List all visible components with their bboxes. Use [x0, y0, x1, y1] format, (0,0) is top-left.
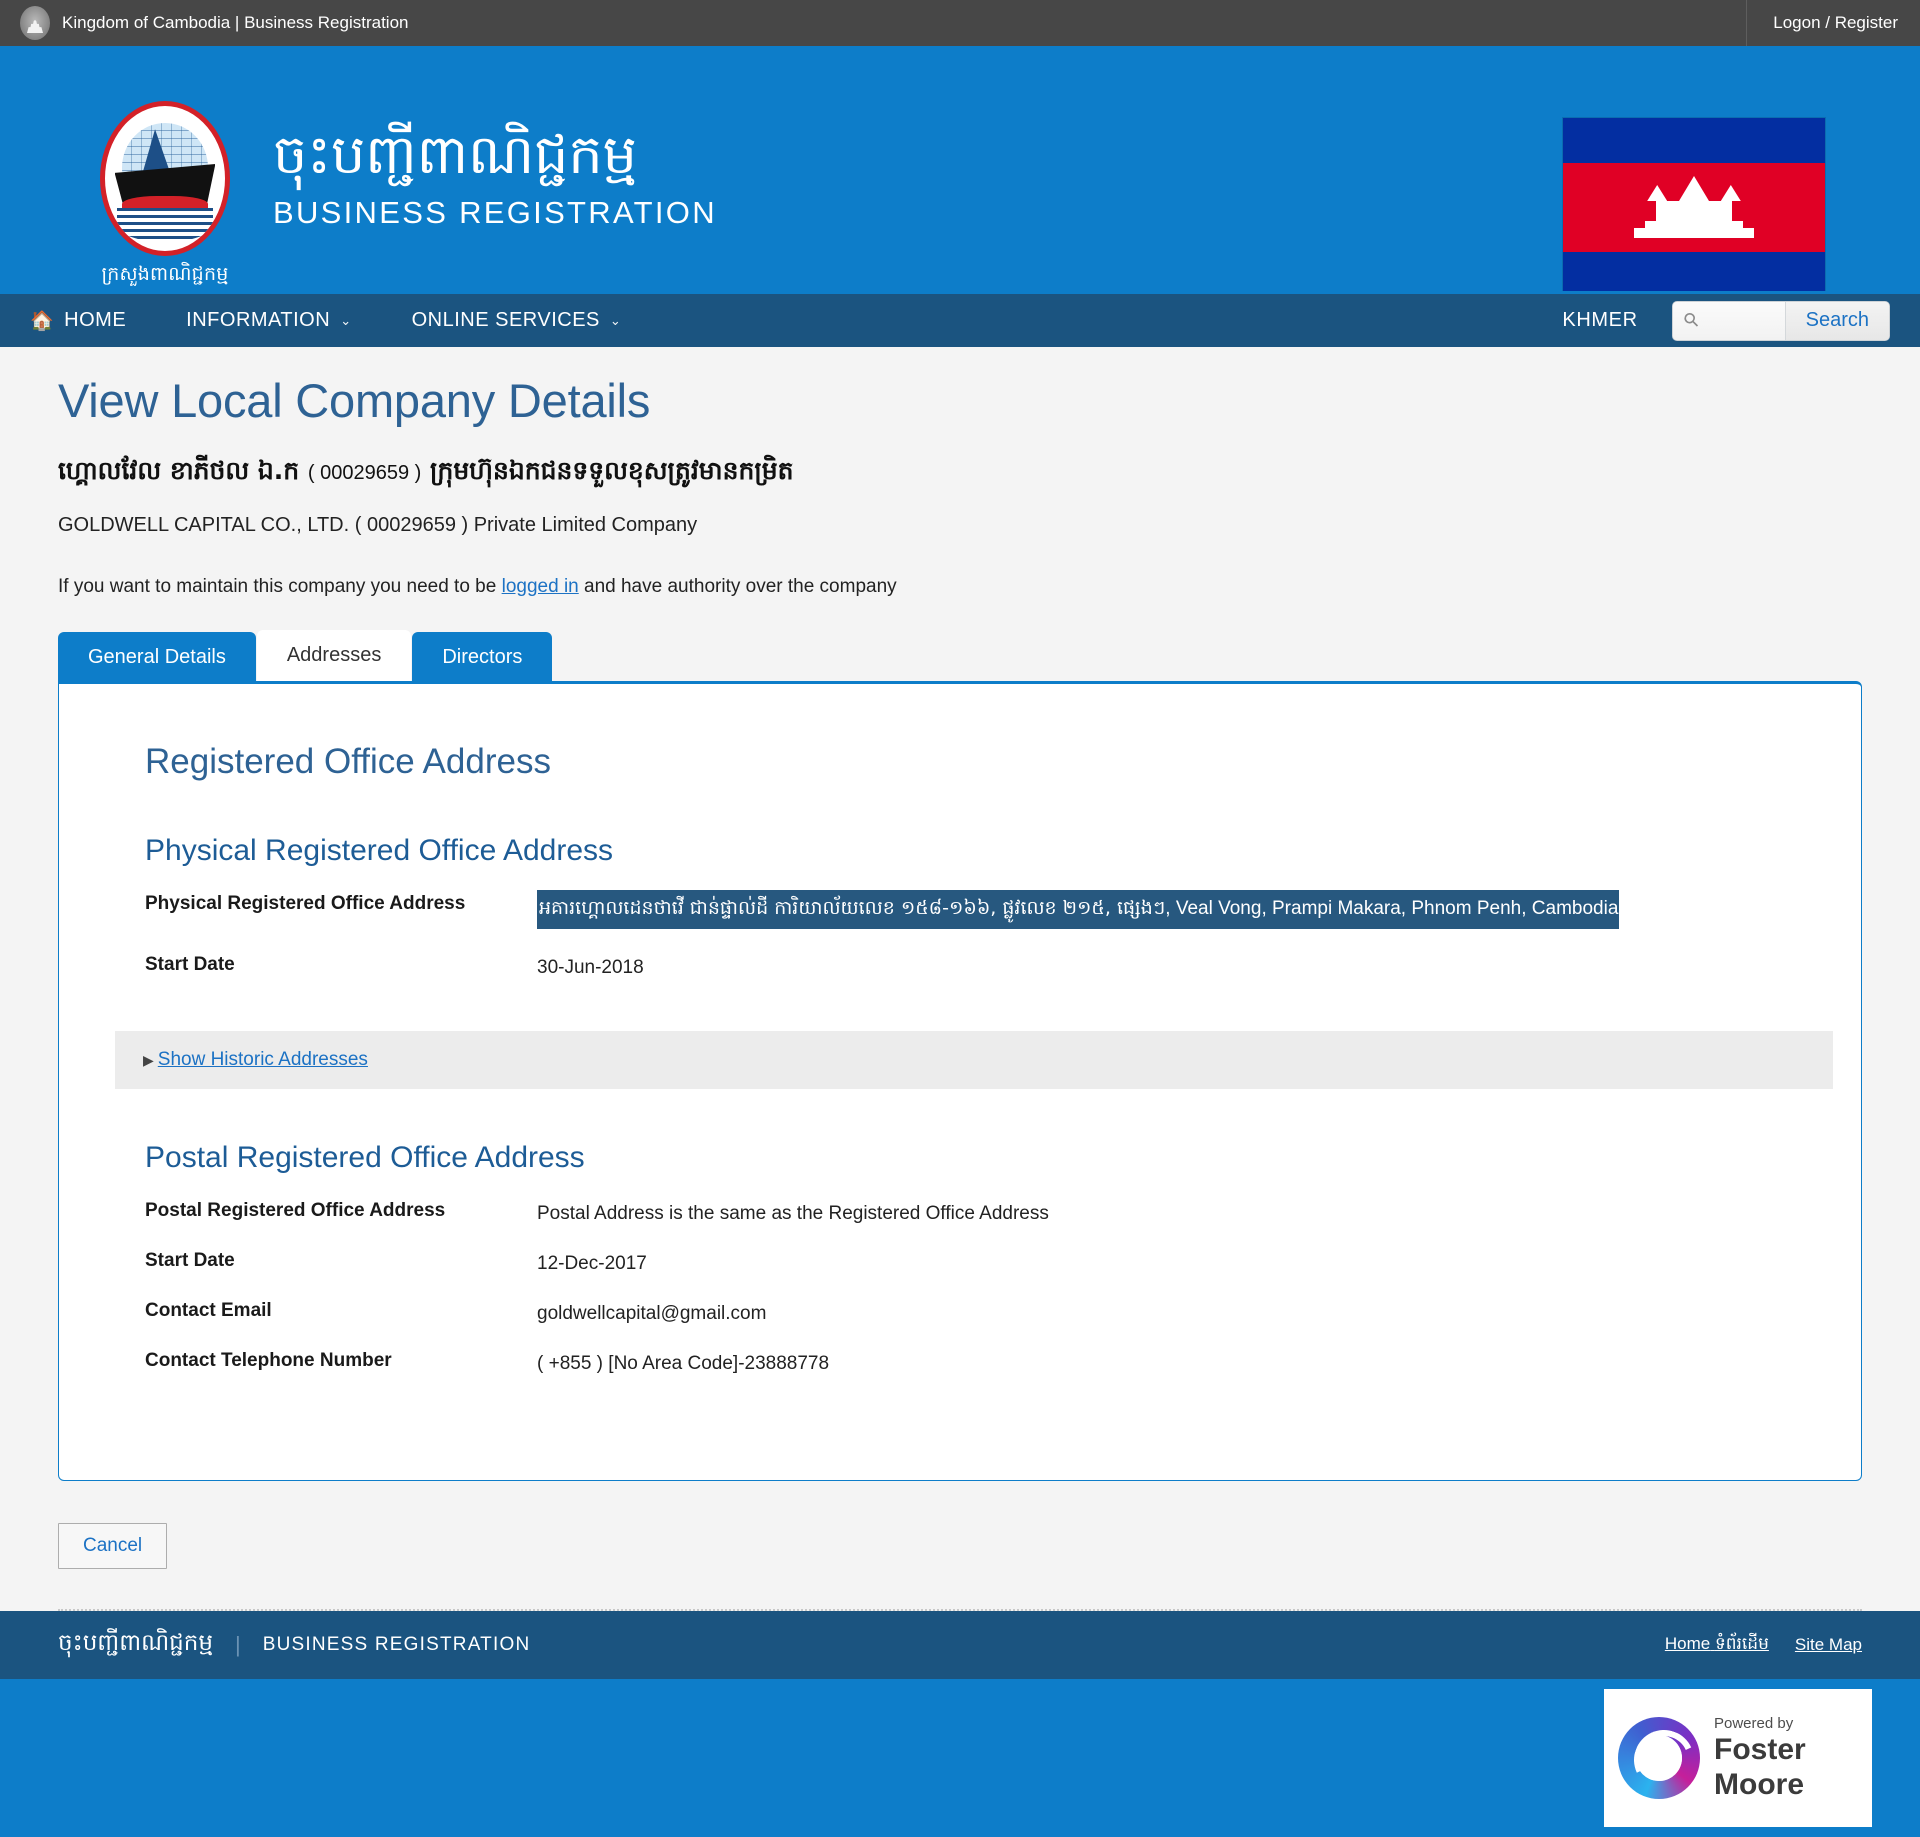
company-name-khmer: ហ្គោលវែល ខាភីថល ឯ.ក ( 00029659 ) ក្រុមហ៊… — [58, 456, 1862, 492]
postal-address-label: Postal Registered Office Address — [145, 1200, 446, 1221]
powered-by-prefix: Powered by — [1714, 1714, 1794, 1732]
physical-address-row: Physical Registered Office Address អគារហ… — [145, 890, 1833, 929]
physical-address-value-en: , Veal Vong, Prampi Makara, Phnom Penh, … — [1165, 898, 1619, 919]
company-number-kh: ( 00029659 ) — [307, 462, 422, 484]
postal-start-date-row: Start Date 12-Dec-2017 — [145, 1247, 1833, 1275]
nav-item-information-label: INFORMATION — [186, 309, 331, 331]
postal-start-date-label: Start Date — [145, 1250, 235, 1271]
postal-address-heading: Postal Registered Office Address — [145, 1141, 585, 1174]
powered-by-name-line2: Moore — [1714, 1767, 1804, 1801]
footer-divider: | — [234, 1632, 241, 1657]
company-type-kh: ក្រុមហ៊ុនឯកជនទទួលខុសត្រូវមានកម្រិត — [430, 456, 794, 485]
company-name-en-text: GOLDWELL CAPITAL CO., LTD. — [58, 514, 350, 536]
postal-address-row: Postal Registered Office Address Postal … — [145, 1197, 1833, 1225]
nav-items: 🏠 HOME INFORMATION ⌄ ONLINE SERVICES ⌄ — [0, 294, 651, 347]
nav-item-information[interactable]: INFORMATION ⌄ — [156, 294, 381, 347]
contact-telephone-value: ( +855 ) [No Area Code]-23888778 — [537, 1353, 830, 1374]
brand-text: ចុះបញ្ជីពាណិជ្ជកម្ម BUSINESS REGISTRATIO… — [273, 101, 717, 231]
powered-by-text: Powered by Foster Moore — [1714, 1714, 1806, 1801]
contact-telephone-row: Contact Telephone Number ( +855 ) [No Ar… — [145, 1347, 1833, 1375]
powered-by-name-line1: Foster — [1714, 1733, 1806, 1767]
logged-in-link[interactable]: logged in — [502, 576, 579, 597]
historic-addresses-bar: ▶ Show Historic Addresses — [115, 1031, 1833, 1089]
company-type-en: Private Limited Company — [473, 514, 698, 536]
triangle-right-icon: ▶ — [143, 1052, 154, 1068]
crest-caption-kh: ក្រសួងពាណិជ្ជកម្ម — [101, 264, 229, 285]
footer-home-link[interactable]: Home ទំព័រដើម — [1665, 1633, 1769, 1658]
contact-email-row: Contact Email goldwellcapital@gmail.com — [145, 1297, 1833, 1325]
maintain-note-post: and have authority over the company — [584, 576, 897, 597]
cambodia-crest-icon — [20, 6, 50, 40]
logon-register-link[interactable]: Logon / Register — [1746, 0, 1920, 46]
chevron-down-icon: ⌄ — [340, 312, 352, 328]
physical-address-value-kh: អគារហ្គោលដេនថាវើ ជាន់ផ្ទាល់ដី ការិយាល័យល… — [539, 897, 1166, 919]
cancel-button[interactable]: Cancel — [58, 1523, 168, 1569]
contact-email-value: goldwellcapital@gmail.com — [537, 1303, 767, 1324]
top-utility-bar-left: Kingdom of Cambodia | Business Registrat… — [0, 6, 408, 40]
nav-item-home-label: HOME — [64, 309, 127, 331]
physical-address-heading: Physical Registered Office Address — [145, 834, 614, 867]
powered-by-card[interactable]: Powered by Foster Moore — [1604, 1689, 1872, 1827]
footer-home-label: Home — [1664, 1633, 1711, 1653]
search-input[interactable] — [1704, 310, 1775, 331]
site-title: Kingdom of Cambodia | Business Registrat… — [62, 13, 409, 32]
search-button[interactable]: Search — [1784, 301, 1889, 340]
footer-sitemap-link[interactable]: Site Map — [1795, 1635, 1862, 1655]
registered-office-address-heading: Registered Office Address — [145, 742, 551, 781]
footer-brand-kh: ចុះបញ្ជីពាណិជ្ជកម្ម — [58, 1629, 213, 1656]
tab-addresses[interactable]: Addresses — [256, 630, 412, 681]
show-historic-addresses-link[interactable]: Show Historic Addresses — [158, 1049, 368, 1070]
top-utility-bar: Kingdom of Cambodia | Business Registrat… — [0, 0, 1920, 46]
page-content: View Local Company Details ហ្គោលវែល ខាភី… — [0, 373, 1920, 1481]
footer-links: Home ទំព័រដើម Site Map — [1665, 1633, 1862, 1658]
tabs-region: General Details Addresses Directors Regi… — [58, 630, 1862, 1481]
language-switch-khmer[interactable]: KHMER — [1562, 309, 1637, 332]
nav-item-online-services-label: ONLINE SERVICES — [411, 309, 600, 331]
cancel-wrap: Cancel — [58, 1523, 1862, 1569]
search-icon: ⚲ — [1679, 308, 1704, 333]
maintain-note-pre: If you want to maintain this company you… — [58, 576, 497, 597]
tab-list: General Details Addresses Directors — [58, 630, 1862, 681]
company-name-english: GOLDWELL CAPITAL CO., LTD. ( 00029659 ) … — [58, 514, 1862, 537]
physical-start-date-row: Start Date 30-Jun-2018 — [145, 951, 1833, 979]
chevron-down-icon: ⌄ — [609, 312, 622, 328]
contact-telephone-label: Contact Telephone Number — [145, 1350, 392, 1371]
search-input-wrap: ⚲ — [1672, 301, 1785, 340]
bottom-bar: Powered by Foster Moore — [0, 1679, 1920, 1837]
cambodia-flag-icon — [1563, 118, 1825, 296]
physical-start-date-value: 30-Jun-2018 — [537, 957, 644, 978]
physical-address-label: Physical Registered Office Address — [145, 893, 466, 914]
contact-email-label: Contact Email — [145, 1300, 272, 1321]
page-title: View Local Company Details — [58, 374, 651, 427]
tab-directors[interactable]: Directors — [412, 632, 553, 681]
search-box: ⚲ Search — [1671, 300, 1890, 341]
masthead: ក្រសួងពាណិជ្ជកម្ម MINISTRY OF COMMERCE ច… — [0, 46, 1920, 331]
nav-item-online-services[interactable]: ONLINE SERVICES ⌄ — [382, 294, 652, 347]
foster-moore-logo-icon — [1618, 1717, 1700, 1799]
tab-general-details[interactable]: General Details — [58, 632, 256, 681]
nav-item-home[interactable]: 🏠 HOME — [0, 294, 156, 347]
brand-title-en: BUSINESS REGISTRATION — [273, 194, 717, 230]
physical-start-date-label: Start Date — [145, 954, 235, 975]
brand-title-kh: ចុះបញ្ជីពាណិជ្ជកម្ម — [273, 123, 637, 186]
addresses-panel: Registered Office Address Physical Regis… — [58, 681, 1862, 1481]
home-icon: 🏠 — [30, 310, 55, 332]
main-navigation: 🏠 HOME INFORMATION ⌄ ONLINE SERVICES ⌄ K… — [0, 291, 1920, 347]
physical-address-value: អគារហ្គោលដេនថាវើ ជាន់ផ្ទាល់ដី ការិយាល័យល… — [537, 890, 1620, 929]
footer-brand-en: BUSINESS REGISTRATION — [262, 1634, 531, 1655]
postal-start-date-value: 12-Dec-2017 — [537, 1253, 647, 1274]
postal-address-value: Postal Address is the same as the Regist… — [537, 1203, 1049, 1224]
ministry-of-commerce-crest-icon — [100, 101, 230, 256]
company-name-kh-text: ហ្គោលវែល ខាភីថល ឯ.ក — [58, 456, 300, 485]
footer-home-label-kh: ទំព័រដើម — [1714, 1633, 1769, 1653]
maintain-company-note: If you want to maintain this company you… — [58, 576, 1862, 598]
page-actions-region: Cancel — [0, 1523, 1920, 1611]
site-footer: ចុះបញ្ជីពាណិជ្ជកម្ម | BUSINESS REGISTRAT… — [0, 1611, 1920, 1679]
nav-right-tools: KHMER ⚲ Search — [1562, 300, 1920, 341]
company-number-en: ( 00029659 ) — [354, 514, 469, 536]
